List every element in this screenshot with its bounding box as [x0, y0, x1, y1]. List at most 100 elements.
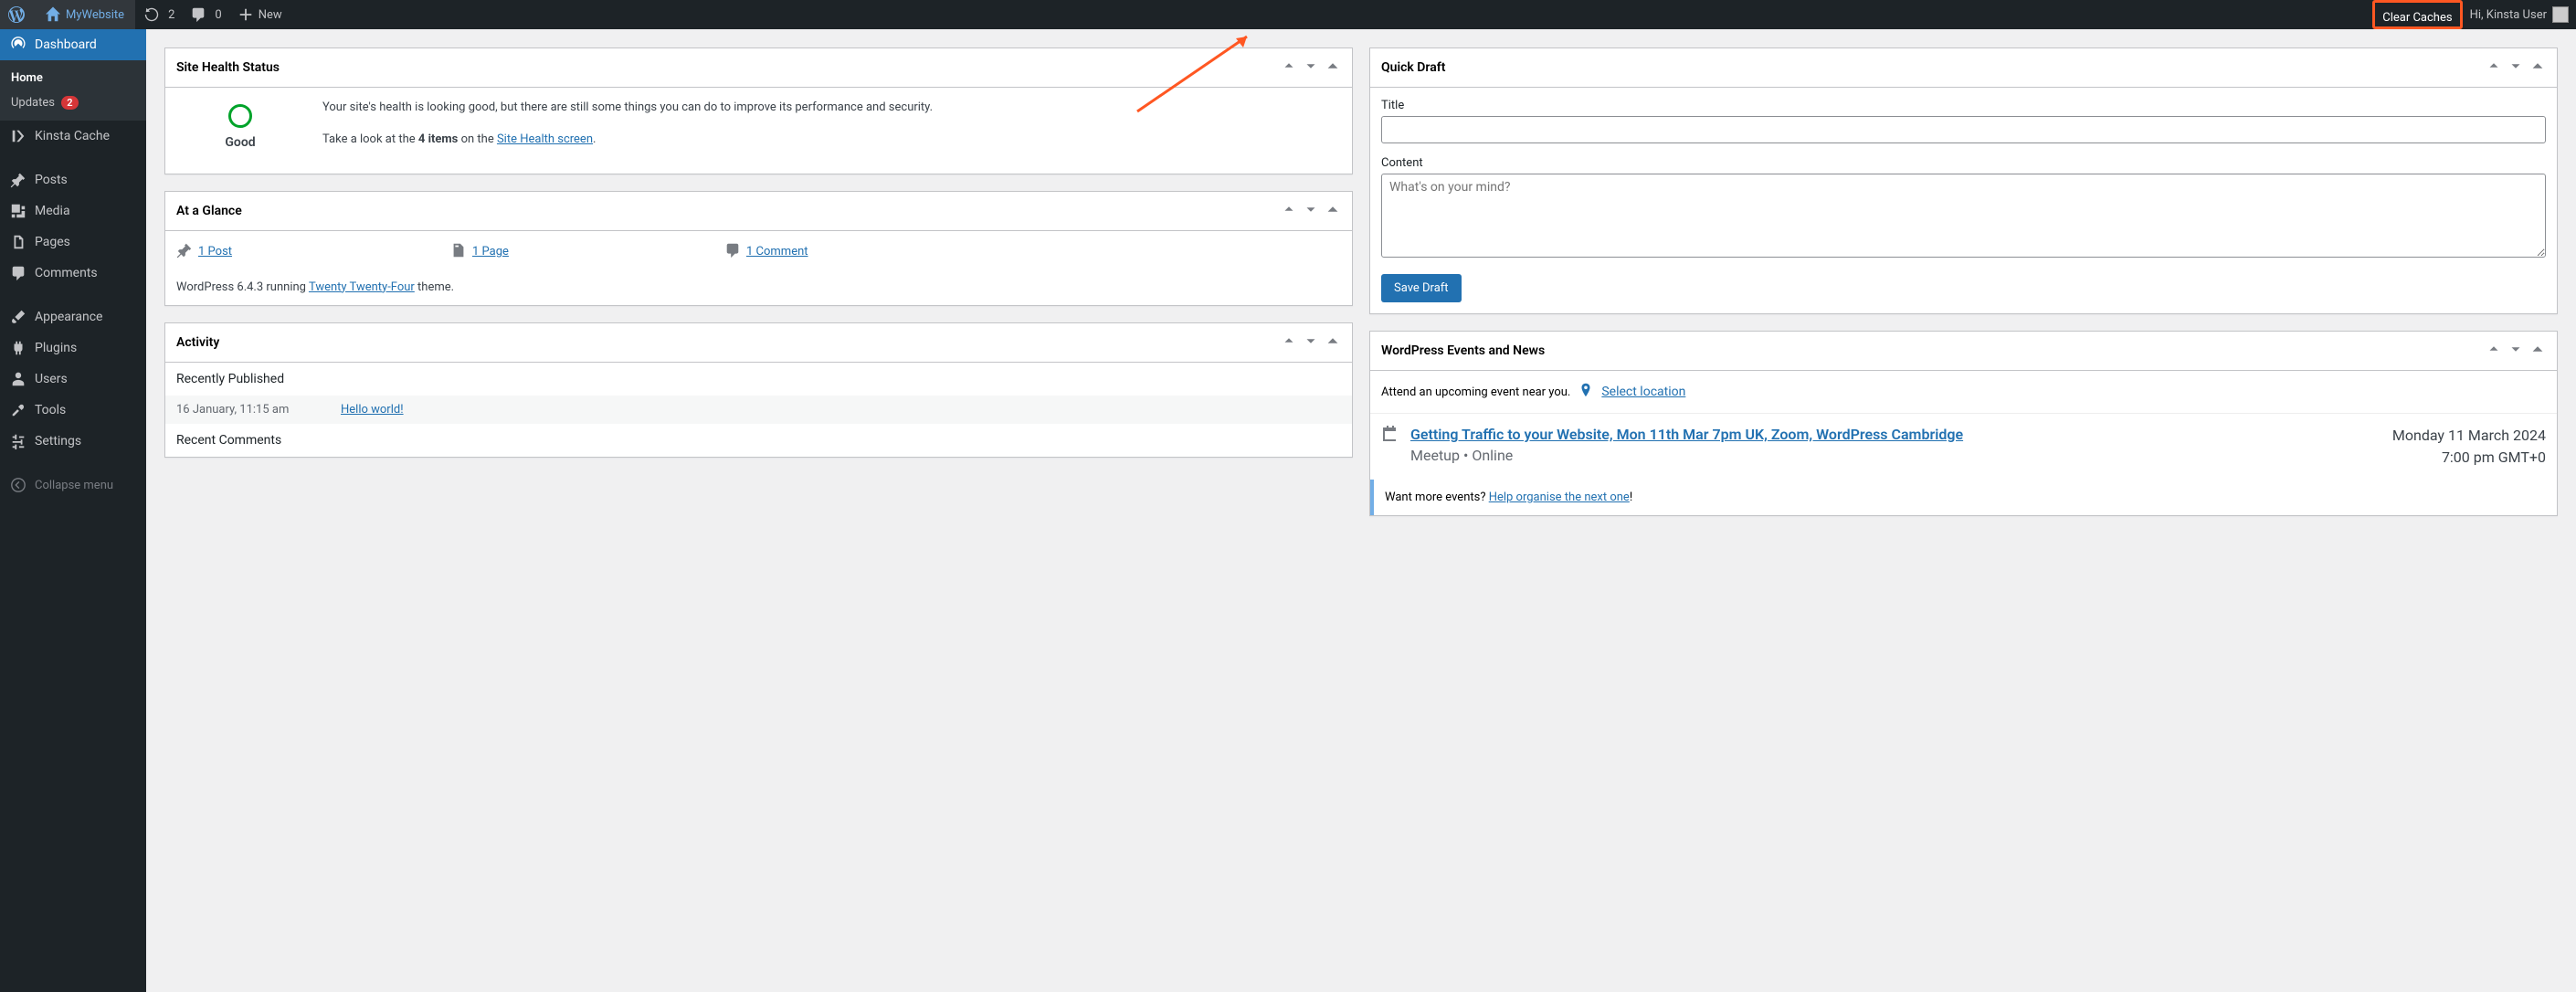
plus-icon [237, 5, 255, 24]
activity-recently-published: Recently Published [165, 363, 1352, 396]
glance-pages[interactable]: 1 Page [450, 242, 688, 262]
comments-count: 0 [215, 8, 221, 22]
home-icon [44, 5, 62, 24]
sidebar-item-dashboard[interactable]: Dashboard [0, 29, 146, 60]
admin-sidebar: Dashboard Home Updates 2 Kinsta Cache Po… [0, 29, 146, 992]
pin-icon [176, 242, 193, 262]
widget-header[interactable]: Site Health Status [165, 48, 1352, 88]
chevron-down-icon[interactable] [1303, 201, 1319, 221]
toggle-up-icon[interactable] [2529, 341, 2546, 361]
toggle-up-icon[interactable] [1325, 201, 1341, 221]
sidebar-item-label: Dashboard [35, 37, 97, 52]
widget-header[interactable]: WordPress Events and News [1370, 332, 2557, 371]
organise-link[interactable]: Help organise the next one [1489, 491, 1630, 504]
sidebar-subitem-home[interactable]: Home [0, 66, 146, 90]
sidebar-item-comments[interactable]: Comments [0, 258, 146, 289]
sidebar-item-users[interactable]: Users [0, 364, 146, 395]
site-name-menu[interactable]: MyWebsite [37, 0, 135, 29]
chevron-up-icon[interactable] [1281, 332, 1297, 353]
widget-body: Title Content Save Draft [1370, 88, 2557, 313]
sidebar-item-label: Appearance [35, 310, 102, 324]
chevron-down-icon[interactable] [1303, 58, 1319, 78]
sliders-icon [9, 432, 27, 450]
updates-menu[interactable]: 2 [135, 0, 182, 29]
dashboard-col-left: Site Health Status Good Your site's heal… [164, 47, 1353, 516]
sidebar-item-posts[interactable]: Posts [0, 164, 146, 195]
user-greeting[interactable]: Hi, Kinsta User [2463, 0, 2576, 29]
chevron-up-icon[interactable] [1281, 201, 1297, 221]
chevron-up-icon[interactable] [1281, 58, 1297, 78]
comments-menu[interactable]: 0 [182, 0, 228, 29]
collapse-icon [9, 476, 27, 494]
updates-badge: 2 [61, 96, 78, 110]
save-draft-button[interactable]: Save Draft [1381, 274, 1462, 302]
widget-quick-draft: Quick Draft Title Content Save Draft [1369, 47, 2558, 314]
sidebar-item-media[interactable]: Media [0, 195, 146, 227]
widget-title: Site Health Status [176, 60, 1275, 75]
widget-body: 1 Post 1 Page 1 Comment WordPress 6.4.3 … [165, 231, 1352, 305]
sidebar-item-appearance[interactable]: Appearance [0, 301, 146, 332]
sidebar-item-tools[interactable]: Tools [0, 395, 146, 426]
theme-link[interactable]: Twenty Twenty-Four [309, 280, 415, 294]
draft-content-label: Content [1381, 156, 2546, 170]
location-icon[interactable] [1578, 382, 1594, 402]
sidebar-item-label: Pages [35, 235, 70, 249]
plugin-icon [9, 339, 27, 357]
toggle-up-icon[interactable] [2529, 58, 2546, 78]
media-icon [9, 202, 27, 220]
sidebar-item-label: Media [35, 204, 70, 218]
widget-body: Good Your site's health is looking good,… [165, 88, 1352, 174]
event-title-link[interactable]: Getting Traffic to your Website, Mon 11t… [1410, 426, 1963, 443]
events-more: Want more events? Help organise the next… [1370, 480, 2557, 515]
sidebar-subitem-updates[interactable]: Updates 2 [0, 90, 146, 115]
menu-separator [0, 152, 146, 164]
widget-header[interactable]: At a Glance [165, 192, 1352, 231]
collapse-label: Collapse menu [35, 479, 113, 492]
widget-title: WordPress Events and News [1381, 343, 2480, 358]
collapse-menu[interactable]: Collapse menu [0, 470, 146, 501]
users-icon [9, 370, 27, 388]
draft-title-input[interactable] [1381, 116, 2546, 143]
glance-posts[interactable]: 1 Post [176, 242, 414, 262]
glance-version: WordPress 6.4.3 running Twenty Twenty-Fo… [176, 271, 1341, 294]
sidebar-item-kinsta-cache[interactable]: Kinsta Cache [0, 121, 146, 152]
chevron-down-icon[interactable] [2507, 58, 2524, 78]
glance-comments[interactable]: 1 Comment [724, 242, 962, 262]
sidebar-item-plugins[interactable]: Plugins [0, 332, 146, 364]
toggle-up-icon[interactable] [1325, 58, 1341, 78]
admin-bar: MyWebsite 2 0 New Clear Caches [0, 0, 2576, 29]
widget-header[interactable]: Activity [165, 323, 1352, 363]
comments-icon [9, 264, 27, 282]
sidebar-item-pages[interactable]: Pages [0, 227, 146, 258]
sidebar-item-label: Users [35, 372, 68, 386]
event-item: Getting Traffic to your Website, Mon 11t… [1370, 413, 2557, 480]
sidebar-item-label: Kinsta Cache [35, 129, 110, 143]
events-attend-row: Attend an upcoming event near you. Selec… [1370, 371, 2557, 413]
clear-caches-button[interactable]: Clear Caches [2375, 3, 2459, 32]
chevron-down-icon[interactable] [2507, 341, 2524, 361]
site-health-link[interactable]: Site Health screen [497, 132, 593, 146]
dashboard-content: Site Health Status Good Your site's heal… [146, 29, 2576, 534]
toggle-up-icon[interactable] [1325, 332, 1341, 353]
activity-date: 16 January, 11:15 am [176, 403, 341, 417]
chevron-down-icon[interactable] [1303, 332, 1319, 353]
pages-icon [9, 233, 27, 251]
new-content-menu[interactable]: New [229, 0, 290, 29]
dashboard-icon [9, 36, 27, 54]
activity-post-link[interactable]: Hello world! [341, 403, 404, 417]
sidebar-item-settings[interactable]: Settings [0, 426, 146, 457]
sidebar-item-label: Settings [35, 434, 81, 449]
draft-content-textarea[interactable] [1381, 174, 2546, 258]
chevron-up-icon[interactable] [2486, 341, 2502, 361]
wp-logo-menu[interactable] [0, 0, 37, 29]
activity-recent-comments: Recent Comments [165, 424, 1352, 457]
select-location-link[interactable]: Select location [1601, 385, 1685, 399]
sidebar-item-label: Tools [35, 403, 66, 417]
chevron-up-icon[interactable] [2486, 58, 2502, 78]
widget-header[interactable]: Quick Draft [1370, 48, 2557, 88]
wordpress-icon [7, 5, 26, 24]
updates-count: 2 [168, 8, 174, 22]
health-circle-icon [228, 104, 252, 128]
refresh-icon [143, 5, 161, 24]
widget-activity: Activity Recently Published 16 January, … [164, 322, 1353, 458]
